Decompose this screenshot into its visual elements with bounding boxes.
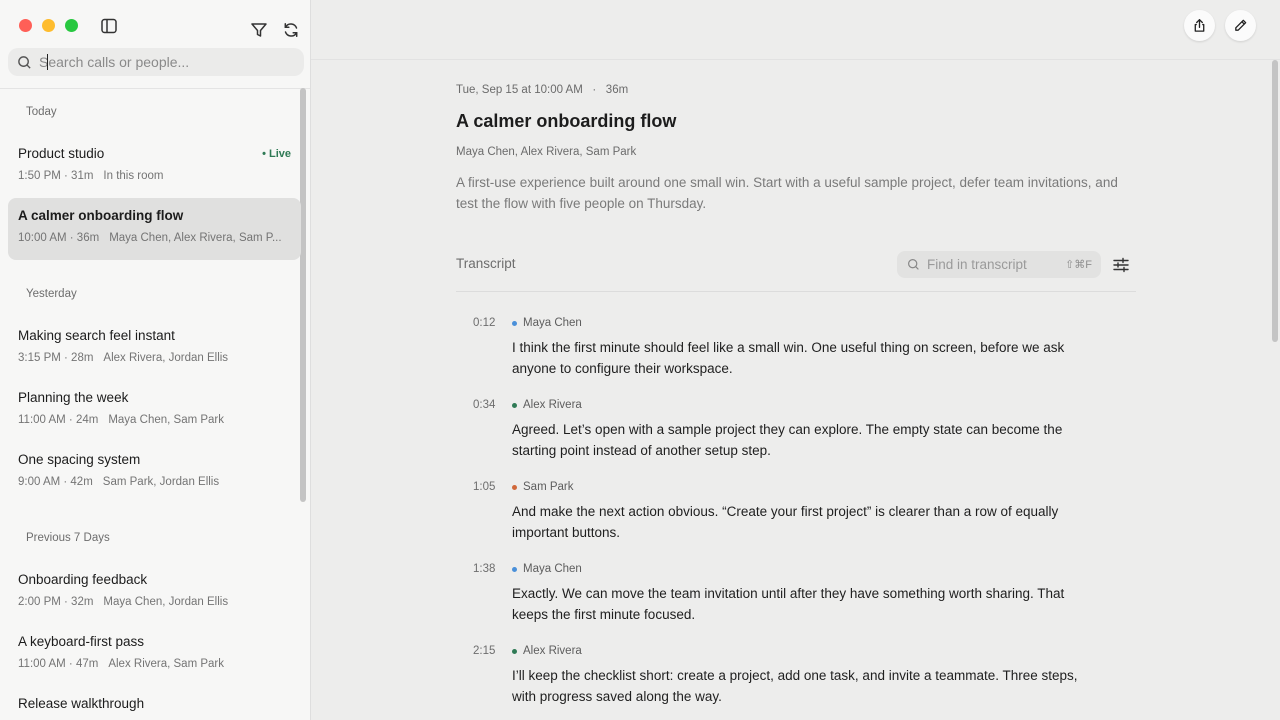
sidebar-topbar	[0, 0, 310, 52]
call-people: Maya Chen, Sam Park	[108, 414, 225, 426]
speaker-name: Alex Rivera	[523, 645, 582, 657]
entry-text: Exactly. We can move the team invitation…	[512, 586, 1065, 622]
live-badge: • Live	[262, 148, 291, 160]
app-window: Today Product studio 1:50 PM · 31m In th…	[0, 0, 1280, 720]
page-title: A calmer onboarding flow	[456, 111, 677, 131]
text-caret	[47, 54, 48, 70]
main-toolbar	[311, 0, 1280, 60]
call-people: Sam Park, Jordan Ellis	[102, 476, 220, 488]
list-item[interactable]: One spacing system 9:00 AM · 42m Sam Par…	[8, 442, 301, 504]
list-item[interactable]: Product studio 1:50 PM · 31m In this roo…	[8, 136, 301, 198]
search-icon	[18, 55, 31, 69]
edit-button[interactable]	[1225, 10, 1256, 41]
transcript-divider	[456, 291, 1136, 292]
list-item[interactable]: Onboarding feedback 2:00 PM · 32m Maya C…	[8, 562, 301, 624]
window-controls	[19, 19, 78, 32]
sidebar: Today Product studio 1:50 PM · 31m In th…	[0, 0, 311, 720]
main-scrollbar[interactable]	[1272, 60, 1278, 342]
minimize-window-button[interactable]	[42, 19, 55, 32]
speaker-dot	[512, 484, 517, 490]
speaker-name: Maya Chen	[523, 563, 582, 575]
call-meta: 11:00 AM · 24m Maya Chen, Sam Park	[18, 414, 291, 426]
close-window-button[interactable]	[19, 19, 32, 32]
call-meta: 9:00 AM · 42m Sam Park, Jordan Ellis	[18, 476, 291, 488]
call-title: One spacing system	[18, 452, 141, 467]
speaker-name: Sam Park	[523, 481, 574, 493]
search-field[interactable]	[8, 48, 304, 76]
zoom-window-button[interactable]	[65, 19, 78, 32]
find-in-transcript-field[interactable]: ⇧⌘F	[897, 251, 1101, 278]
call-detail: Tue, Sep 15 at 10:00 AM · 36m A calmer o…	[311, 0, 1280, 720]
search-icon	[908, 259, 919, 270]
call-title: Planning the week	[18, 390, 129, 405]
call-title: A calmer onboarding flow	[18, 208, 184, 223]
entry-speaker: Alex Rivera	[512, 645, 582, 657]
call-title: Product studio	[18, 146, 105, 161]
share-button[interactable]	[1184, 10, 1215, 41]
call-time: 1:50 PM · 31m	[18, 170, 94, 182]
call-time: 11:00 AM · 47m	[18, 658, 99, 670]
keyboard-shortcut-hint: ⇧⌘F	[1065, 259, 1092, 271]
list-item[interactable]: Making search feel instant 3:15 PM · 28m…	[8, 318, 301, 380]
find-in-transcript-input[interactable]	[927, 257, 1047, 272]
group-label-yesterday: Yesterday	[26, 288, 77, 300]
call-people: Alex Rivera, Sam Park	[108, 658, 225, 670]
call-people: Alex Rivera, Jordan Ellis	[103, 352, 229, 364]
pencil-icon	[1235, 19, 1247, 31]
group-label-previous-7-days: Previous 7 Days	[26, 532, 110, 544]
call-time: 3:15 PM · 28m	[18, 352, 94, 364]
list-item[interactable]: Planning the week 11:00 AM · 24m Maya Ch…	[8, 380, 301, 442]
speaker-dot	[512, 566, 517, 572]
call-people: Maya Chen, Alex Rivera, Sam P...	[109, 232, 282, 244]
call-title: Onboarding feedback	[18, 572, 148, 587]
entry-timestamp[interactable]: 0:12	[473, 317, 495, 329]
call-people: Maya Chen, Jordan Ellis	[103, 596, 229, 608]
list-item[interactable]: A keyboard-first pass 11:00 AM · 47m Ale…	[8, 624, 301, 686]
entry-speaker: Maya Chen	[512, 317, 582, 329]
entry-speaker: Maya Chen	[512, 563, 582, 575]
entry-timestamp[interactable]: 2:15	[473, 645, 495, 657]
call-time: 11:00 AM · 24m	[18, 414, 99, 426]
entry-text: I’ll keep the checklist short: create a …	[512, 668, 1078, 704]
entry-text: Agreed. Let’s open with a sample project…	[512, 422, 1063, 458]
call-meta: 10:00 AM · 36m Maya Chen, Alex Rivera, S…	[18, 232, 291, 244]
filter-icon[interactable]	[248, 19, 270, 41]
call-title: Release walkthrough	[18, 696, 145, 711]
entry-text: I think the first minute should feel lik…	[512, 340, 1065, 376]
transcript-heading: Transcript	[456, 256, 516, 271]
entry-speaker: Sam Park	[512, 481, 574, 493]
list-item[interactable]: Release walkthrough	[8, 686, 301, 720]
sliders-icon[interactable]	[1112, 256, 1130, 274]
search-input[interactable]	[39, 54, 279, 70]
group-label-today: Today	[26, 106, 57, 118]
call-summary: A first-use experience built around one …	[456, 175, 1118, 211]
entry-speaker: Alex Rivera	[512, 399, 582, 411]
call-people: In this room	[103, 170, 164, 182]
call-date-duration: Tue, Sep 15 at 10:00 AM · 36m	[456, 84, 629, 96]
sidebar-toggle-icon[interactable]	[98, 15, 120, 37]
speaker-name: Alex Rivera	[523, 399, 582, 411]
speaker-name: Maya Chen	[523, 317, 582, 329]
entry-text: And make the next action obvious. “Creat…	[512, 504, 1059, 540]
speaker-dot	[512, 648, 517, 654]
call-title: Making search feel instant	[18, 328, 175, 343]
call-meta: 1:50 PM · 31m In this room	[18, 170, 291, 182]
entry-timestamp[interactable]: 1:05	[473, 481, 495, 493]
call-title: A keyboard-first pass	[18, 634, 145, 649]
speaker-dot	[512, 402, 517, 408]
share-icon	[1194, 19, 1205, 32]
refresh-icon[interactable]	[280, 19, 302, 41]
call-meta: 11:00 AM · 47m Alex Rivera, Sam Park	[18, 658, 291, 670]
call-time: 10:00 AM · 36m	[18, 232, 100, 244]
list-item-selected[interactable]: A calmer onboarding flow 10:00 AM · 36m …	[8, 198, 301, 260]
call-time: 2:00 PM · 32m	[18, 596, 94, 608]
participants-list: Maya Chen, Alex Rivera, Sam Park	[456, 146, 637, 158]
call-meta: 2:00 PM · 32m Maya Chen, Jordan Ellis	[18, 596, 291, 608]
entry-timestamp[interactable]: 1:38	[473, 563, 495, 575]
call-time: 9:00 AM · 42m	[18, 476, 93, 488]
call-meta: 3:15 PM · 28m Alex Rivera, Jordan Ellis	[18, 352, 291, 364]
speaker-dot	[512, 320, 517, 326]
entry-timestamp[interactable]: 0:34	[473, 399, 495, 411]
